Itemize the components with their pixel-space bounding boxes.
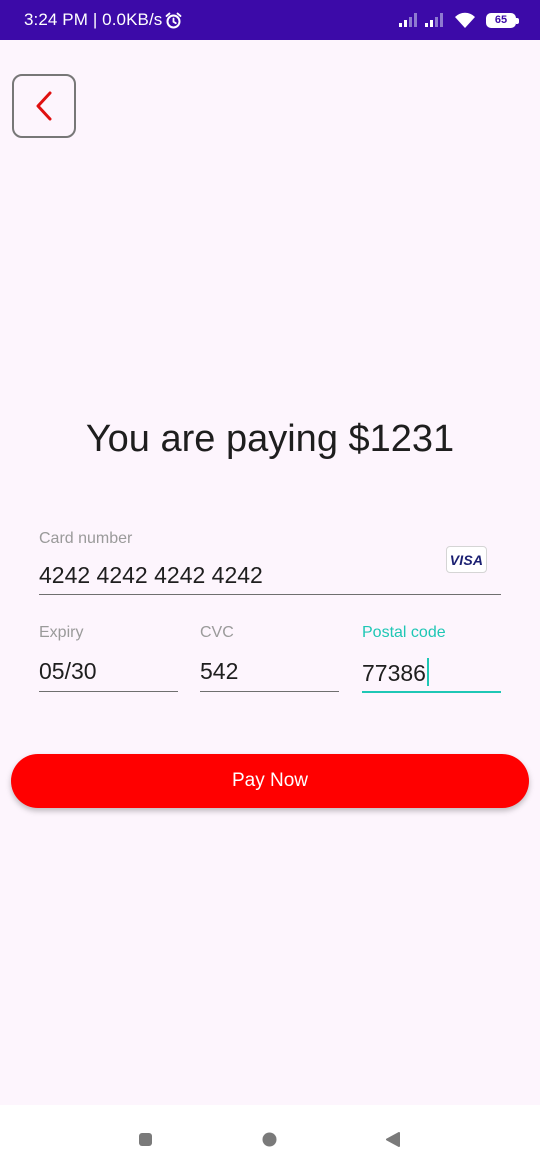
- expiry-label: Expiry: [39, 624, 84, 641]
- chevron-left-icon: [32, 90, 56, 122]
- postal-code-input[interactable]: 77386: [362, 658, 429, 687]
- recent-apps-button[interactable]: [138, 1132, 153, 1152]
- circle-icon: [262, 1132, 277, 1147]
- cellular-signal-icon-2: [424, 12, 444, 28]
- card-number-label: Card number: [39, 530, 133, 547]
- postal-code-value: 77386: [362, 660, 426, 686]
- square-icon: [139, 1133, 152, 1146]
- status-time-speed: 3:24 PM | 0.0KB/s: [24, 10, 163, 29]
- home-button[interactable]: [262, 1132, 277, 1152]
- postal-code-label: Postal code: [362, 624, 446, 641]
- card-number-input[interactable]: 4242 4242 4242 4242: [39, 562, 263, 589]
- status-right: 65: [398, 12, 519, 29]
- battery-icon: 65: [486, 12, 519, 28]
- back-button[interactable]: [12, 74, 76, 138]
- visa-icon: VISA: [446, 546, 487, 573]
- navigation-bar: [0, 1105, 540, 1170]
- alarm-clock-icon: [165, 12, 182, 29]
- page-title: You are paying $1231: [85, 418, 455, 460]
- expiry-input[interactable]: 05/30: [39, 658, 97, 685]
- status-bar: 3:24 PM | 0.0KB/s 65: [0, 0, 540, 40]
- postal-code-underline: [362, 691, 501, 693]
- wifi-icon: [454, 12, 476, 29]
- back-nav-button[interactable]: [385, 1132, 401, 1152]
- text-cursor: [426, 658, 429, 686]
- battery-level: 65: [494, 14, 508, 26]
- status-left: 3:24 PM | 0.0KB/s: [24, 10, 182, 30]
- cellular-signal-icon: [398, 12, 418, 28]
- cvc-input[interactable]: 542: [200, 658, 238, 685]
- triangle-back-icon: [386, 1132, 400, 1147]
- pay-now-button[interactable]: Pay Now: [11, 754, 529, 808]
- cvc-label: CVC: [200, 624, 234, 641]
- expiry-underline: [39, 691, 178, 692]
- card-number-underline: [39, 594, 501, 595]
- cvc-underline: [200, 691, 339, 692]
